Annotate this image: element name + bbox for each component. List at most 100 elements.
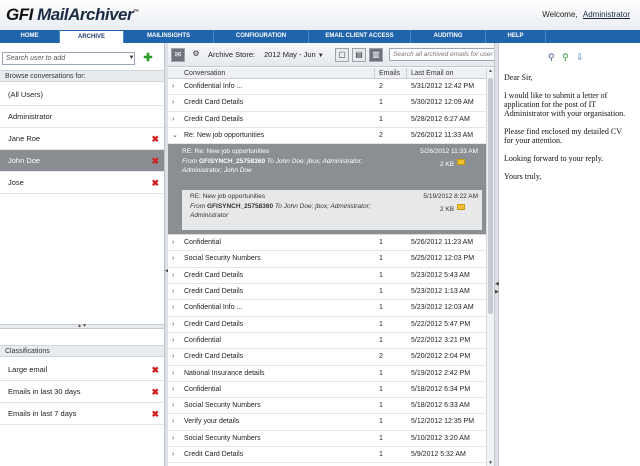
search-emails-input[interactable]: Search all archived emails for user — [389, 48, 507, 61]
add-user-icon[interactable]: ✚ — [142, 52, 154, 65]
archive-toolbar: ✉ ⚙ Archive Store: 2012 May - Jun ▼ ▢ ▤ ▥… — [168, 43, 507, 67]
conversation-row[interactable]: › Verify your details 1 5/12/2012 12:35 PM — [168, 414, 486, 431]
email-preview-pane: Dear Sir, I would like to submit a lette… — [499, 43, 640, 466]
delete-icon[interactable]: ✖ — [151, 381, 159, 403]
conversation-row[interactable]: › Credit Card Details 1 5/23/2012 5:43 AM — [168, 268, 486, 285]
conversation-row[interactable]: › Confidential 1 5/26/2012 11:23 AM — [168, 235, 486, 252]
thread-message-selected[interactable]: RE: Re: New job opportunities 5/26/2012 … — [182, 148, 482, 188]
message-recipients: From GFISYNCH_25758360 To John Doe; jbox… — [190, 203, 371, 219]
chevron-right-icon[interactable]: › — [172, 431, 174, 447]
chevron-right-icon[interactable]: › — [172, 112, 174, 128]
column-separator — [374, 68, 375, 79]
classification-last-7-days[interactable]: Emails in last 7 days ✖ — [0, 403, 164, 425]
layout-preview-icon[interactable]: ▥ — [369, 48, 383, 62]
layout-split-icon[interactable]: ▤ — [352, 48, 366, 62]
chevron-right-icon[interactable]: › — [172, 251, 174, 267]
conversation-row[interactable]: › Confidential 1 5/18/2012 6:34 PM — [168, 382, 486, 399]
user-item-jane-roe[interactable]: Jane Roe ✖ — [0, 128, 164, 150]
tab-auditing[interactable]: Auditing — [411, 30, 486, 43]
user-item-john-doe[interactable]: John Doe ✖ — [0, 150, 164, 172]
conversation-row[interactable]: › Confidential Info ... 2 5/31/2012 12:42 P… — [168, 79, 486, 96]
conversation-scrollbar[interactable]: ▲ ▼ — [486, 68, 494, 466]
user-item-all[interactable]: (All Users) — [0, 84, 164, 106]
chevron-right-icon[interactable]: › — [172, 235, 174, 251]
delete-icon[interactable]: ✖ — [151, 359, 159, 381]
tab-home[interactable]: Home — [0, 30, 60, 43]
delete-icon[interactable]: ✖ — [151, 150, 159, 172]
chevron-right-icon[interactable]: › — [172, 333, 174, 349]
chevron-right-icon[interactable]: › — [172, 398, 174, 414]
scroll-up-icon[interactable]: ▲ — [487, 68, 494, 74]
tab-archive[interactable]: Archive — [60, 30, 124, 43]
chevron-right-icon[interactable]: › — [172, 95, 174, 111]
layout-single-icon[interactable]: ▢ — [335, 48, 349, 62]
username-link[interactable]: Administrator — [583, 10, 630, 19]
preview-paragraph: I would like to submit a letter of appli… — [504, 91, 626, 118]
conversation-row[interactable]: › Social Security Numbers 1 5/18/2012 6:33 … — [168, 398, 486, 415]
chevron-right-icon[interactable]: › — [172, 382, 174, 398]
conversation-row[interactable]: › Credit Card Details 1 5/23/2012 1:13 AM — [168, 284, 486, 301]
column-emails[interactable]: Emails — [379, 68, 400, 79]
main-nav: Home Archive MailInsights Configuration … — [0, 30, 640, 43]
user-item-jose[interactable]: Jose ✖ — [0, 172, 164, 194]
conversation-view-icon[interactable]: ✉ — [171, 48, 185, 62]
chevron-right-icon[interactable]: › — [172, 317, 174, 333]
conversation-list: › Confidential Info ... 2 5/31/2012 12:42 P… — [168, 79, 486, 464]
archive-store-label: Archive Store: — [208, 50, 256, 59]
classifications-label: Classifications — [0, 345, 164, 357]
chevron-right-icon[interactable]: › — [172, 284, 174, 300]
tree-view-icon[interactable]: ⚙ — [189, 48, 203, 62]
export-icon[interactable]: ⇩ — [576, 52, 584, 63]
conversation-row[interactable]: › National Insurance details 1 5/19/2012 2:… — [168, 366, 486, 382]
welcome-area: Welcome, Administrator — [542, 10, 630, 19]
tab-help[interactable]: Help — [486, 30, 546, 43]
classification-last-30-days[interactable]: Emails in last 30 days ✖ — [0, 381, 164, 403]
search-user-input[interactable]: Search user to add — [2, 52, 135, 65]
conversation-row[interactable]: › Credit Card Details 2 5/20/2012 2:04 PM — [168, 349, 486, 366]
nav-filler — [546, 30, 640, 43]
thread-message[interactable]: RE: New job opportunities 5/19/2012 8:22… — [182, 190, 482, 231]
chevron-right-icon[interactable]: › — [172, 414, 174, 430]
conversation-row[interactable]: › Social Security Numbers 1 5/25/2012 12:03… — [168, 251, 486, 268]
preview-paragraph: Yours truly, — [504, 172, 542, 181]
conversation-row[interactable]: › Credit Card Details 1 5/30/2012 12:09 AM — [168, 95, 486, 112]
delete-icon[interactable]: ✖ — [151, 128, 159, 150]
search-icon[interactable]: ⚲ — [548, 52, 555, 63]
envelope-icon — [457, 204, 465, 211]
scroll-down-icon[interactable]: ▼ — [487, 460, 494, 466]
conversation-row-expanded[interactable]: ⌄ Re: New job opportunities 2 5/26/2012 11:… — [168, 128, 486, 145]
scroll-thumb[interactable] — [488, 78, 493, 314]
conversation-row[interactable]: › Credit Card Details 1 5/22/2012 5:47 PM — [168, 317, 486, 333]
archive-store-select[interactable]: 2012 May - Jun ▼ — [264, 50, 324, 59]
conversation-row[interactable]: › Credit Card Details 1 5/9/2012 5:32 AM — [168, 447, 486, 464]
chevron-right-icon[interactable]: › — [172, 349, 174, 365]
chevron-down-icon[interactable]: ⌄ — [172, 128, 178, 144]
conversation-panel: ✉ ⚙ Archive Store: 2012 May - Jun ▼ ▢ ▤ ▥… — [168, 43, 507, 466]
delete-icon[interactable]: ✖ — [151, 403, 159, 425]
column-conversation[interactable]: Conversation — [184, 68, 225, 79]
chevron-right-icon[interactable]: › — [172, 300, 174, 316]
left-panel: Search user to add ▼ ✚ Browse conversati… — [0, 43, 165, 466]
tab-email-client-access[interactable]: Email Client Access — [309, 30, 411, 43]
conversation-row[interactable]: › Confidential Info ... 1 5/23/2012 12:03 A… — [168, 300, 486, 317]
conversation-row[interactable]: › Credit Card Details 1 5/28/2012 6:27 AM — [168, 112, 486, 128]
chevron-right-icon[interactable]: › — [172, 79, 174, 95]
app-header: GFI MailArchiver™ Welcome, Administrator — [0, 0, 640, 30]
conversation-row[interactable]: › Confidential 1 5/22/2012 3:21 PM — [168, 333, 486, 350]
chevron-right-icon[interactable]: › — [172, 268, 174, 284]
panel-splitter[interactable]: ▲▼ — [0, 324, 164, 329]
chevron-right-icon[interactable]: › — [172, 366, 174, 382]
message-recipients: From GFISYNCH_25758360 To John Doe; jbox… — [182, 158, 363, 174]
classification-large-email[interactable]: Large email ✖ — [0, 359, 164, 381]
search-actions: ⚲ ⚲ ⇩ — [548, 52, 588, 66]
column-last-email-on[interactable]: Last Email on — [411, 68, 453, 79]
user-item-administrator[interactable]: Administrator — [0, 106, 164, 128]
conversation-row[interactable]: › Social Security Numbers 1 5/10/2012 3:20 … — [168, 431, 486, 448]
chevron-right-icon[interactable]: › — [172, 447, 174, 463]
tab-mailinsights[interactable]: MailInsights — [124, 30, 214, 43]
preview-paragraph: Please find enclosed my detailed CV for … — [504, 127, 622, 145]
delete-icon[interactable]: ✖ — [151, 172, 159, 194]
advanced-search-icon[interactable]: ⚲ — [562, 52, 569, 63]
chevron-down-icon[interactable]: ▼ — [128, 53, 135, 64]
tab-configuration[interactable]: Configuration — [214, 30, 309, 43]
